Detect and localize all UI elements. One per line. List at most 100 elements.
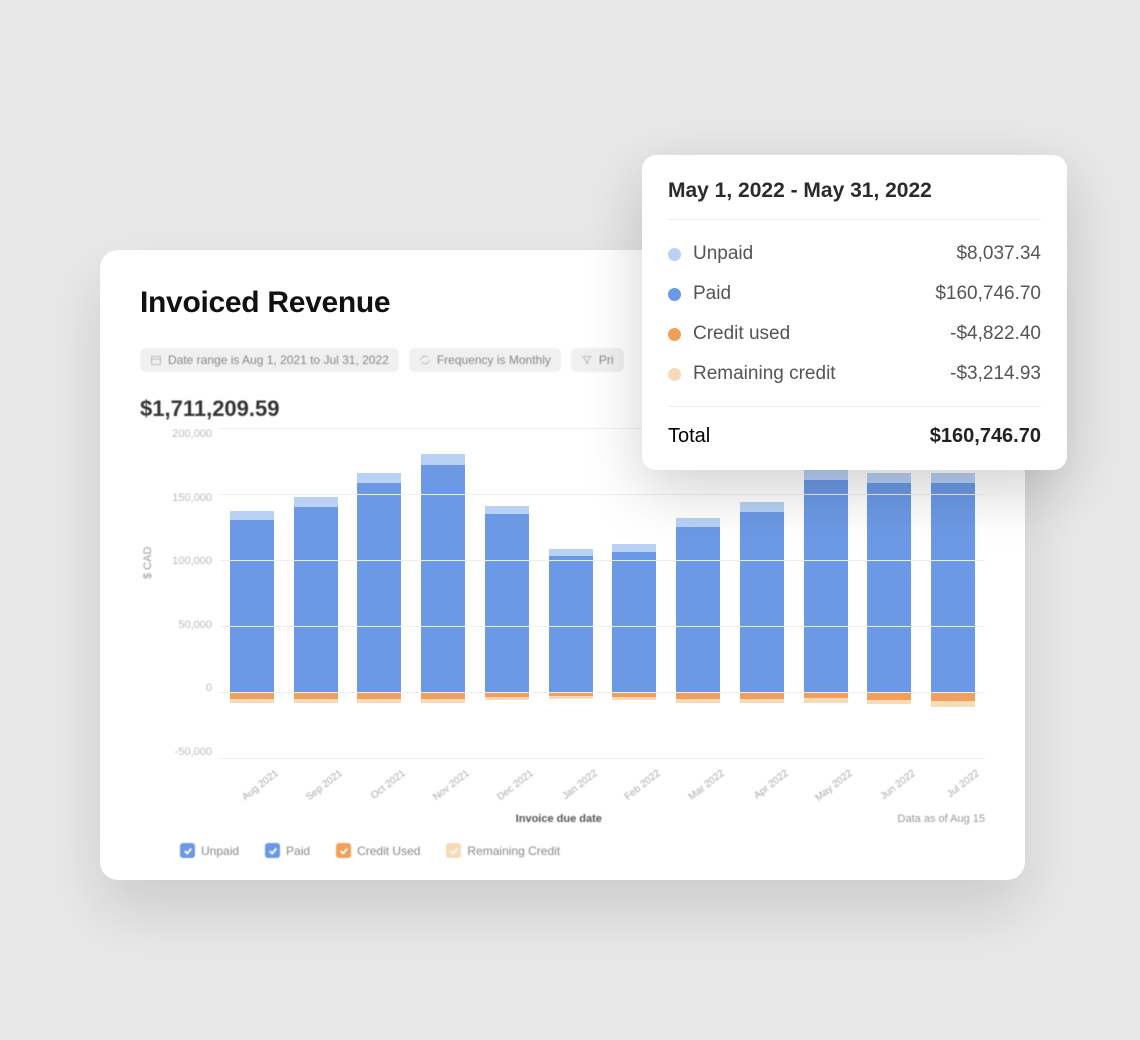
chart-footer: Invoice due date Data as of Aug 15	[220, 813, 985, 825]
tooltip-series-value: -$3,214.93	[950, 363, 1041, 385]
bar-segment-remaining-credit	[740, 699, 784, 703]
x-tick-label: Jun 2022	[877, 768, 918, 804]
checkbox-icon	[446, 843, 461, 858]
bar-chart: $ CAD 200,000150,000100,00050,0000-50,00…	[140, 428, 985, 758]
bar-column[interactable]	[230, 428, 274, 758]
x-tick-label: Jul 2022	[940, 768, 981, 804]
tooltip-series-label: Credit used	[693, 323, 950, 345]
bar-group	[220, 428, 985, 758]
bar-segment-unpaid	[804, 469, 848, 480]
x-tick-label: Sep 2021	[303, 768, 344, 804]
bar-segment-remaining-credit	[357, 699, 401, 703]
tooltip-total-label: Total	[668, 425, 710, 448]
bar-segment-remaining-credit	[485, 697, 529, 700]
legend-label: Credit Used	[357, 844, 420, 858]
bar-segment-paid	[485, 514, 529, 692]
bar-segment-paid	[740, 512, 784, 692]
bar-segment-remaining-credit	[230, 699, 274, 703]
bar-segment-paid	[357, 483, 401, 692]
tooltip-row-remaining-credit: Remaining credit-$3,214.93	[668, 354, 1041, 394]
x-tick-label: Apr 2022	[749, 768, 790, 804]
checkbox-icon	[180, 843, 195, 858]
bar-segment-remaining-credit	[931, 701, 975, 706]
tooltip-series-value: $160,746.70	[935, 283, 1041, 305]
y-tick-label: -50,000	[175, 746, 212, 758]
chip-filter[interactable]: Pri	[571, 348, 624, 372]
y-tick-label: 50,000	[178, 619, 212, 631]
bar-segment-credit-used	[867, 692, 911, 700]
x-tick-label: Oct 2021	[367, 768, 408, 804]
bar-segment-remaining-credit	[867, 700, 911, 704]
legend-item-remaining-credit[interactable]: Remaining Credit	[446, 843, 560, 858]
tooltip-series-label: Unpaid	[693, 243, 956, 265]
chip-frequency[interactable]: Frequency is Monthly	[409, 348, 561, 372]
y-tick-label: 200,000	[172, 428, 212, 440]
bar-segment-remaining-credit	[549, 696, 593, 699]
bar-segment-paid	[931, 483, 975, 692]
bar-column[interactable]	[676, 428, 720, 758]
bar-segment-unpaid	[421, 454, 465, 465]
bar-column[interactable]	[294, 428, 338, 758]
tooltip-row-credit-used: Credit used-$4,822.40	[668, 314, 1041, 354]
tooltip-date-range: May 1, 2022 - May 31, 2022	[668, 179, 1041, 220]
gridline	[220, 626, 985, 627]
bar-segment-remaining-credit	[676, 699, 720, 703]
bar-segment-unpaid	[612, 544, 656, 552]
bar-segment-remaining-credit	[294, 699, 338, 703]
bar-segment-remaining-credit	[804, 698, 848, 702]
gridline	[220, 758, 985, 759]
bar-segment-paid	[676, 527, 720, 692]
x-tick-label: Feb 2022	[622, 768, 663, 804]
bar-column[interactable]	[421, 428, 465, 758]
gridline	[220, 692, 985, 693]
legend-label: Unpaid	[201, 844, 239, 858]
chip-label: Pri	[599, 353, 614, 367]
tooltip-series-value: $8,037.34	[956, 243, 1041, 265]
calendar-icon	[150, 354, 162, 366]
refresh-icon	[419, 354, 431, 366]
bar-column[interactable]	[485, 428, 529, 758]
bar-segment-paid	[612, 552, 656, 692]
tooltip-row-paid: Paid$160,746.70	[668, 274, 1041, 314]
data-as-of: Data as of Aug 15	[898, 813, 985, 825]
chip-date-range[interactable]: Date range is Aug 1, 2021 to Jul 31, 202…	[140, 348, 399, 372]
bar-segment-unpaid	[230, 511, 274, 520]
bar-segment-paid	[294, 507, 338, 692]
legend-label: Remaining Credit	[467, 844, 560, 858]
bar-segment-credit-used	[931, 692, 975, 701]
x-tick-label: Jan 2022	[558, 768, 599, 804]
tooltip-series-label: Paid	[693, 283, 935, 305]
bar-column[interactable]	[357, 428, 401, 758]
bar-segment-remaining-credit	[612, 697, 656, 700]
tooltip-row-unpaid: Unpaid$8,037.34	[668, 234, 1041, 274]
bar-column[interactable]	[740, 428, 784, 758]
bar-segment-unpaid	[931, 473, 975, 484]
legend: Unpaid Paid Credit Used Remaining Credit	[180, 843, 985, 858]
y-axis: $ CAD 200,000150,000100,00050,0000-50,00…	[140, 428, 220, 758]
bar-column[interactable]	[867, 428, 911, 758]
checkbox-icon	[336, 843, 351, 858]
x-tick-label: Nov 2021	[430, 768, 471, 804]
checkbox-icon	[265, 843, 280, 858]
legend-label: Paid	[286, 844, 310, 858]
bar-segment-unpaid	[676, 518, 720, 527]
legend-item-unpaid[interactable]: Unpaid	[180, 843, 239, 858]
bar-segment-paid	[804, 480, 848, 692]
x-tick-label: Mar 2022	[685, 768, 726, 804]
legend-item-credit-used[interactable]: Credit Used	[336, 843, 420, 858]
tooltip-series-value: -$4,822.40	[950, 323, 1041, 345]
bar-segment-unpaid	[549, 549, 593, 556]
chip-label: Date range is Aug 1, 2021 to Jul 31, 202…	[168, 353, 389, 367]
x-tick-label: May 2022	[813, 768, 854, 804]
filter-icon	[581, 354, 593, 366]
tooltip-popover: May 1, 2022 - May 31, 2022 Unpaid$8,037.…	[642, 155, 1067, 470]
y-axis-label: $ CAD	[142, 547, 154, 579]
bar-column[interactable]	[804, 428, 848, 758]
gridline	[220, 560, 985, 561]
bar-column[interactable]	[612, 428, 656, 758]
legend-item-paid[interactable]: Paid	[265, 843, 310, 858]
bar-column[interactable]	[549, 428, 593, 758]
x-tick-label: Aug 2021	[239, 768, 280, 804]
bar-column[interactable]	[931, 428, 975, 758]
bar-segment-paid	[549, 556, 593, 692]
